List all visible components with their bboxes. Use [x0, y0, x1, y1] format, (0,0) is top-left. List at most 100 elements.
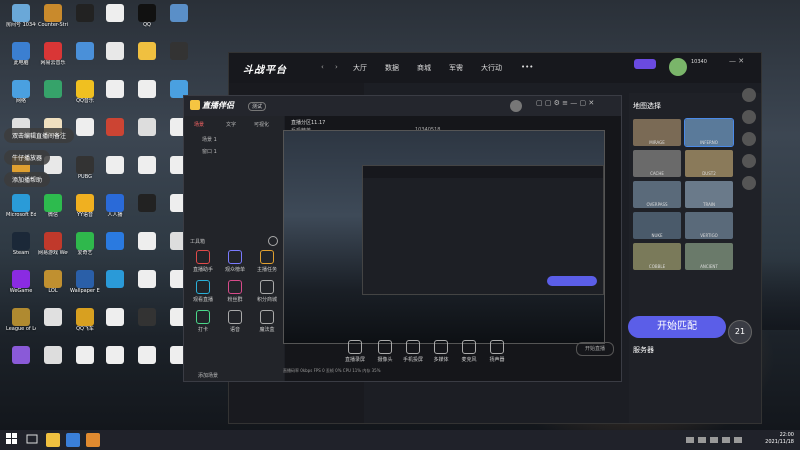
more-menu-icon[interactable]: •••: [521, 63, 533, 71]
scene-item[interactable]: 窗口 1: [202, 148, 217, 155]
nav-tab-hall[interactable]: 大厅: [353, 63, 367, 73]
desktop-icon[interactable]: QQ: [132, 4, 162, 42]
map-tile[interactable]: ANCIENT: [685, 243, 733, 270]
desktop-icon[interactable]: [132, 232, 162, 270]
map-tile[interactable]: OVERPASS: [633, 181, 681, 208]
taskbar-app-icon[interactable]: [66, 433, 80, 447]
nav-tab-store[interactable]: 商城: [417, 63, 431, 73]
tool-button[interactable]: 粉丝群: [222, 280, 248, 303]
add-icon[interactable]: [268, 236, 278, 246]
desktop-icon[interactable]: 人人播: [100, 194, 130, 232]
tool-button[interactable]: 魔法盒: [254, 310, 280, 333]
map-tile[interactable]: CACHE: [633, 150, 681, 177]
scene-item[interactable]: 场景 1: [202, 136, 217, 143]
tab-text[interactable]: 文字: [226, 121, 236, 128]
tool-button[interactable]: 打卡: [190, 310, 216, 333]
stream-control-button[interactable]: 扬声器: [484, 340, 510, 363]
tray-icon[interactable]: [710, 437, 718, 443]
desktop-icon[interactable]: [132, 118, 162, 156]
desktop-icon[interactable]: [132, 194, 162, 232]
desktop-icon[interactable]: LOL: [38, 270, 68, 308]
desktop-icon[interactable]: PUBG: [70, 156, 100, 194]
avatar[interactable]: [510, 100, 522, 112]
desktop-icon[interactable]: [70, 118, 100, 156]
desktop-icon[interactable]: [164, 42, 194, 80]
desktop-icon[interactable]: 网络: [6, 80, 36, 118]
desktop-icon[interactable]: [100, 156, 130, 194]
desktop-icon[interactable]: [70, 42, 100, 80]
desktop-icon[interactable]: [38, 80, 68, 118]
back-arrow-icon[interactable]: ‹: [321, 63, 324, 71]
tab-scene[interactable]: 场景: [194, 121, 204, 128]
desktop-icon[interactable]: Steam: [6, 232, 36, 270]
tool-button[interactable]: 语音: [222, 310, 248, 333]
desktop-icon[interactable]: [132, 80, 162, 118]
tool-button[interactable]: 主播任务: [254, 250, 280, 273]
desktop-icon[interactable]: 网易游戏 WeGame: [38, 232, 68, 270]
start-menu-icon[interactable]: [6, 433, 20, 447]
desktop-icon[interactable]: [100, 346, 130, 384]
tool-button[interactable]: 观众榜单: [222, 250, 248, 273]
map-tile[interactable]: VERTIGO: [685, 212, 733, 239]
desktop-icon[interactable]: [132, 156, 162, 194]
tray-icon[interactable]: [698, 437, 706, 443]
taskbar-app-icon[interactable]: [86, 433, 100, 447]
tray-icon[interactable]: [722, 437, 730, 443]
stream-control-button[interactable]: 麦克风: [456, 340, 482, 363]
start-live-button[interactable]: 开始直播: [576, 342, 614, 356]
side-float-icon[interactable]: [742, 176, 756, 190]
desktop-icon[interactable]: [164, 4, 194, 42]
tool-button[interactable]: 观看直播: [190, 280, 216, 303]
desktop-icon[interactable]: [100, 42, 130, 80]
desktop-icon[interactable]: [100, 80, 130, 118]
tool-button[interactable]: 积分商城: [254, 280, 280, 303]
nav-tab-operation[interactable]: 大行动: [481, 63, 502, 73]
desktop-icon[interactable]: QQ飞车: [70, 308, 100, 346]
side-float-icon[interactable]: [742, 132, 756, 146]
desktop-icon[interactable]: 房间号 10340: [6, 4, 36, 42]
map-tile[interactable]: MIRAGE: [633, 119, 681, 146]
desktop-icon[interactable]: 此电脑: [6, 42, 36, 80]
map-tile[interactable]: COBBLE: [633, 243, 681, 270]
desktop-icon[interactable]: [100, 308, 130, 346]
desktop-icon[interactable]: [100, 232, 130, 270]
map-tile[interactable]: DUST2: [685, 150, 733, 177]
window-controls[interactable]: — ✕: [729, 57, 744, 65]
tool-button[interactable]: 直播助手: [190, 250, 216, 273]
system-clock[interactable]: 22:00 2021/11/18: [765, 432, 794, 446]
map-tile[interactable]: TRAIN: [685, 181, 733, 208]
tab-visual[interactable]: 可视化: [254, 121, 269, 128]
desktop-icon[interactable]: QQ音乐: [70, 80, 100, 118]
desktop-icon[interactable]: [70, 4, 100, 42]
tray-icon[interactable]: [734, 437, 742, 443]
desktop-icon[interactable]: 微信: [38, 194, 68, 232]
desktop-icon[interactable]: 网易云音乐: [38, 42, 68, 80]
desktop-icon[interactable]: Microsoft Edge: [6, 194, 36, 232]
map-tile[interactable]: INFERNO: [684, 118, 734, 147]
desktop-icon[interactable]: [38, 346, 68, 384]
desktop-icon[interactable]: WeGame: [6, 270, 36, 308]
desktop-icon[interactable]: [132, 270, 162, 308]
file-explorer-icon[interactable]: [46, 433, 60, 447]
tray-icon[interactable]: [686, 437, 694, 443]
task-view-icon[interactable]: [26, 433, 40, 447]
stream-control-button[interactable]: 直播录屏: [342, 340, 368, 363]
stream-control-button[interactable]: 摄像头: [372, 340, 398, 363]
desktop-icon[interactable]: Wallpaper Engine: [70, 270, 100, 308]
forward-arrow-icon[interactable]: ›: [335, 63, 338, 71]
nav-tab-data[interactable]: 数据: [385, 63, 399, 73]
add-scene-label[interactable]: 添加场景: [198, 372, 218, 379]
desktop-icon[interactable]: League of Legends: [6, 308, 36, 346]
side-float-icon[interactable]: [742, 110, 756, 124]
start-match-button[interactable]: 开始匹配: [628, 316, 726, 338]
desktop-icon[interactable]: [100, 4, 130, 42]
desktop-icon[interactable]: 爱奇艺: [70, 232, 100, 270]
desktop-icon[interactable]: [6, 346, 36, 384]
map-tile[interactable]: NUKE: [633, 212, 681, 239]
desktop-icon[interactable]: YY语音: [70, 194, 100, 232]
desktop-icon[interactable]: [38, 308, 68, 346]
nav-tab-supply[interactable]: 军需: [449, 63, 463, 73]
desktop-icon[interactable]: [132, 346, 162, 384]
side-float-icon[interactable]: [742, 154, 756, 168]
avatar[interactable]: [669, 58, 687, 76]
